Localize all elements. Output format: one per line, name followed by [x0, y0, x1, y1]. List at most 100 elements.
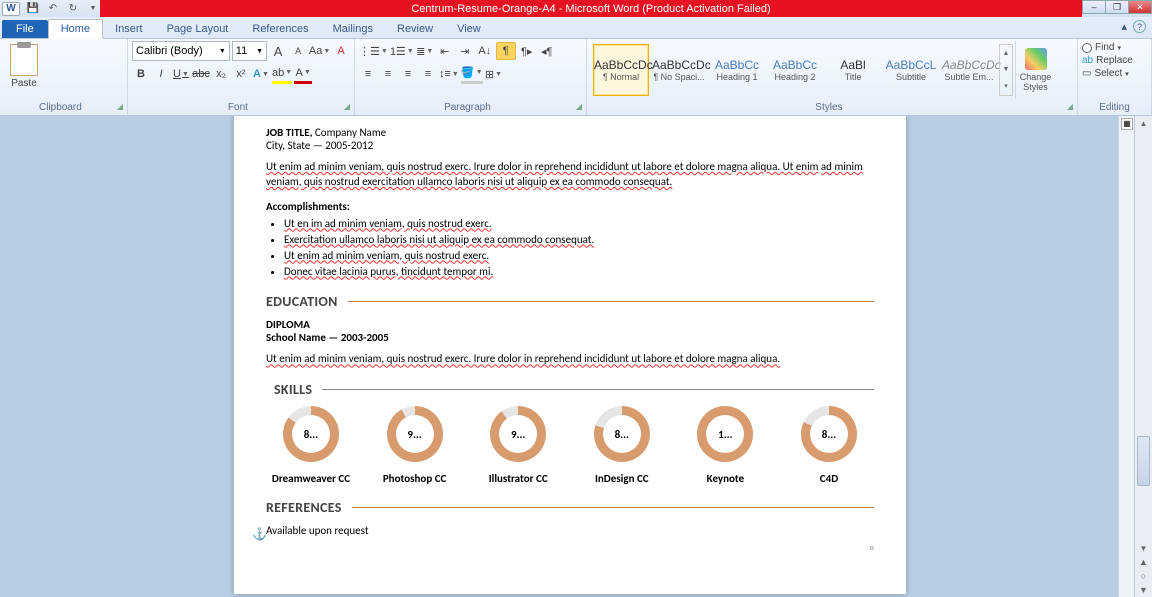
paste-label: Paste: [5, 78, 43, 89]
bold-button[interactable]: B: [132, 64, 150, 84]
ribbon-minimize-icon[interactable]: ▴: [1121, 20, 1127, 33]
style-card-subtitle[interactable]: AaBbCcLSubtitle: [883, 44, 939, 96]
job-description: Ut enim ad minim veniam, quis nostrud ex…: [266, 160, 874, 190]
grow-font-button[interactable]: A: [269, 41, 287, 61]
style-card--no-spaci-[interactable]: AaBbCcDc¶ No Spaci...: [651, 44, 707, 96]
skill-c4d: 8...C4D: [784, 406, 874, 485]
shrink-font-button[interactable]: A: [289, 41, 307, 61]
align-left-button[interactable]: ≡: [359, 64, 377, 84]
next-page-button[interactable]: ▼: [1135, 583, 1152, 597]
replace-icon: ab: [1082, 55, 1093, 66]
help-icon[interactable]: ?: [1133, 20, 1146, 33]
change-styles-button[interactable]: Change Styles: [1015, 41, 1055, 99]
skill-dreamweaver-cc: 8...Dreamweaver CC: [266, 406, 356, 485]
skill-indesign-cc: 8...InDesign CC: [577, 406, 667, 485]
font-dialog-launcher-icon[interactable]: ◢: [344, 102, 350, 111]
object-anchor-icon[interactable]: ⚓: [252, 527, 267, 542]
increase-indent-button[interactable]: ⇥: [456, 41, 474, 61]
vertical-scrollbar[interactable]: ▲ ▼ ▲ ○ ▼: [1134, 116, 1152, 597]
clear-formatting-button[interactable]: A: [332, 41, 350, 61]
browse-object-button[interactable]: ○: [1135, 569, 1152, 583]
tab-file[interactable]: File: [2, 20, 48, 38]
select-icon: ▭: [1082, 68, 1091, 79]
end-of-cell-marker: ¤: [870, 543, 874, 554]
superscript-button[interactable]: x²: [232, 64, 250, 84]
font-color-button[interactable]: A▼: [294, 64, 312, 84]
paste-button[interactable]: Paste: [4, 41, 44, 99]
ribbon: Paste Cut Copy Format Painter Clipboard◢…: [0, 39, 1152, 116]
italic-button[interactable]: I: [152, 64, 170, 84]
replace-button[interactable]: abReplace: [1082, 54, 1147, 67]
qat-customize-icon[interactable]: ▼: [86, 2, 100, 16]
find-icon: [1082, 43, 1092, 53]
font-size-combo[interactable]: 11▼: [232, 41, 267, 61]
borders-button[interactable]: ⊞▼: [485, 64, 503, 84]
tab-mailings[interactable]: Mailings: [321, 20, 385, 38]
highlight-button[interactable]: ab▼: [272, 64, 292, 84]
multilevel-list-button[interactable]: ≣▼: [416, 41, 434, 61]
ltr-button[interactable]: ¶▸: [518, 41, 536, 61]
group-styles: AaBbCcDc¶ NormalAaBbCcDc¶ No Spaci...AaB…: [587, 39, 1078, 115]
style-card--normal[interactable]: AaBbCcDc¶ Normal: [593, 44, 649, 96]
rtl-button[interactable]: ◂¶: [538, 41, 556, 61]
redo-icon[interactable]: ↻: [66, 2, 80, 16]
decrease-indent-button[interactable]: ⇤: [436, 41, 454, 61]
skill-ring: 8...: [801, 406, 857, 462]
clipboard-dialog-launcher-icon[interactable]: ◢: [117, 102, 123, 111]
strikethrough-button[interactable]: abc: [192, 64, 210, 84]
scroll-up-button[interactable]: ▲: [1135, 116, 1152, 130]
ruler-toggle-button[interactable]: ▦: [1121, 118, 1133, 130]
style-card-heading-2[interactable]: AaBbCcHeading 2: [767, 44, 823, 96]
close-button[interactable]: ✕: [1128, 0, 1152, 14]
style-card-title[interactable]: AaBlTitle: [825, 44, 881, 96]
skill-ring: 1...: [697, 406, 753, 462]
styles-dialog-launcher-icon[interactable]: ◢: [1067, 102, 1073, 111]
line-spacing-button[interactable]: ↕≡▼: [439, 64, 459, 84]
job-title: JOB TITLE,: [266, 126, 312, 139]
list-item: Donec vitae lacinia purus, tincidunt tem…: [284, 264, 874, 280]
shading-button[interactable]: 🪣▼: [461, 64, 483, 84]
document-page[interactable]: JOB TITLE, Company Name City, State — 20…: [234, 116, 906, 594]
justify-button[interactable]: ≡: [419, 64, 437, 84]
tab-insert[interactable]: Insert: [103, 20, 155, 38]
tab-page-layout[interactable]: Page Layout: [155, 20, 241, 38]
accomplishments-list: Ut en im ad minim veniam, quis nostrud e…: [266, 216, 874, 280]
numbering-button[interactable]: 1☰▼: [390, 41, 414, 61]
align-right-button[interactable]: ≡: [399, 64, 417, 84]
bullets-button[interactable]: ⋮☰▼: [359, 41, 388, 61]
tab-review[interactable]: Review: [385, 20, 445, 38]
skills-heading: SKILLS: [274, 381, 874, 398]
styles-group-label: Styles: [815, 102, 842, 113]
subscript-button[interactable]: x₂: [212, 64, 230, 84]
align-center-button[interactable]: ≡: [379, 64, 397, 84]
maximize-button[interactable]: ❐: [1105, 0, 1129, 14]
references-text: Available upon request: [266, 524, 874, 537]
tab-references[interactable]: References: [240, 20, 320, 38]
change-case-button[interactable]: Aa▼: [309, 41, 330, 61]
word-app-icon: W: [2, 2, 20, 16]
prev-page-button[interactable]: ▲: [1135, 555, 1152, 569]
tab-view[interactable]: View: [445, 20, 493, 38]
styles-more-button[interactable]: ▲▼▾: [999, 44, 1013, 96]
style-card-subtle-em-[interactable]: AaBbCcDcSubtle Em...: [941, 44, 997, 96]
education-heading: EDUCATION: [266, 293, 874, 310]
style-card-heading-1[interactable]: AaBbCcHeading 1: [709, 44, 765, 96]
tab-home[interactable]: Home: [48, 19, 103, 39]
font-name-combo[interactable]: Calibri (Body)▼: [132, 41, 230, 61]
education-description: Ut enim ad minim veniam, quis nostrud ex…: [266, 352, 780, 365]
minimize-button[interactable]: –: [1082, 0, 1106, 14]
references-heading: REFERENCES: [266, 499, 874, 516]
scrollbar-thumb[interactable]: [1137, 436, 1150, 486]
undo-icon[interactable]: ↶: [46, 2, 60, 16]
text-effects-button[interactable]: A▼: [252, 64, 270, 84]
clipboard-group-label: Clipboard: [39, 102, 82, 113]
scroll-down-button[interactable]: ▼: [1135, 541, 1152, 555]
paragraph-dialog-launcher-icon[interactable]: ◢: [576, 102, 582, 111]
skill-ring: 8...: [283, 406, 339, 462]
show-hide-button[interactable]: ¶: [496, 42, 516, 60]
save-icon[interactable]: 💾: [26, 2, 40, 16]
select-button[interactable]: ▭Select▾: [1082, 67, 1147, 80]
find-button[interactable]: Find▾: [1082, 41, 1147, 54]
underline-button[interactable]: U▼: [172, 64, 190, 84]
sort-button[interactable]: A↓: [476, 41, 494, 61]
